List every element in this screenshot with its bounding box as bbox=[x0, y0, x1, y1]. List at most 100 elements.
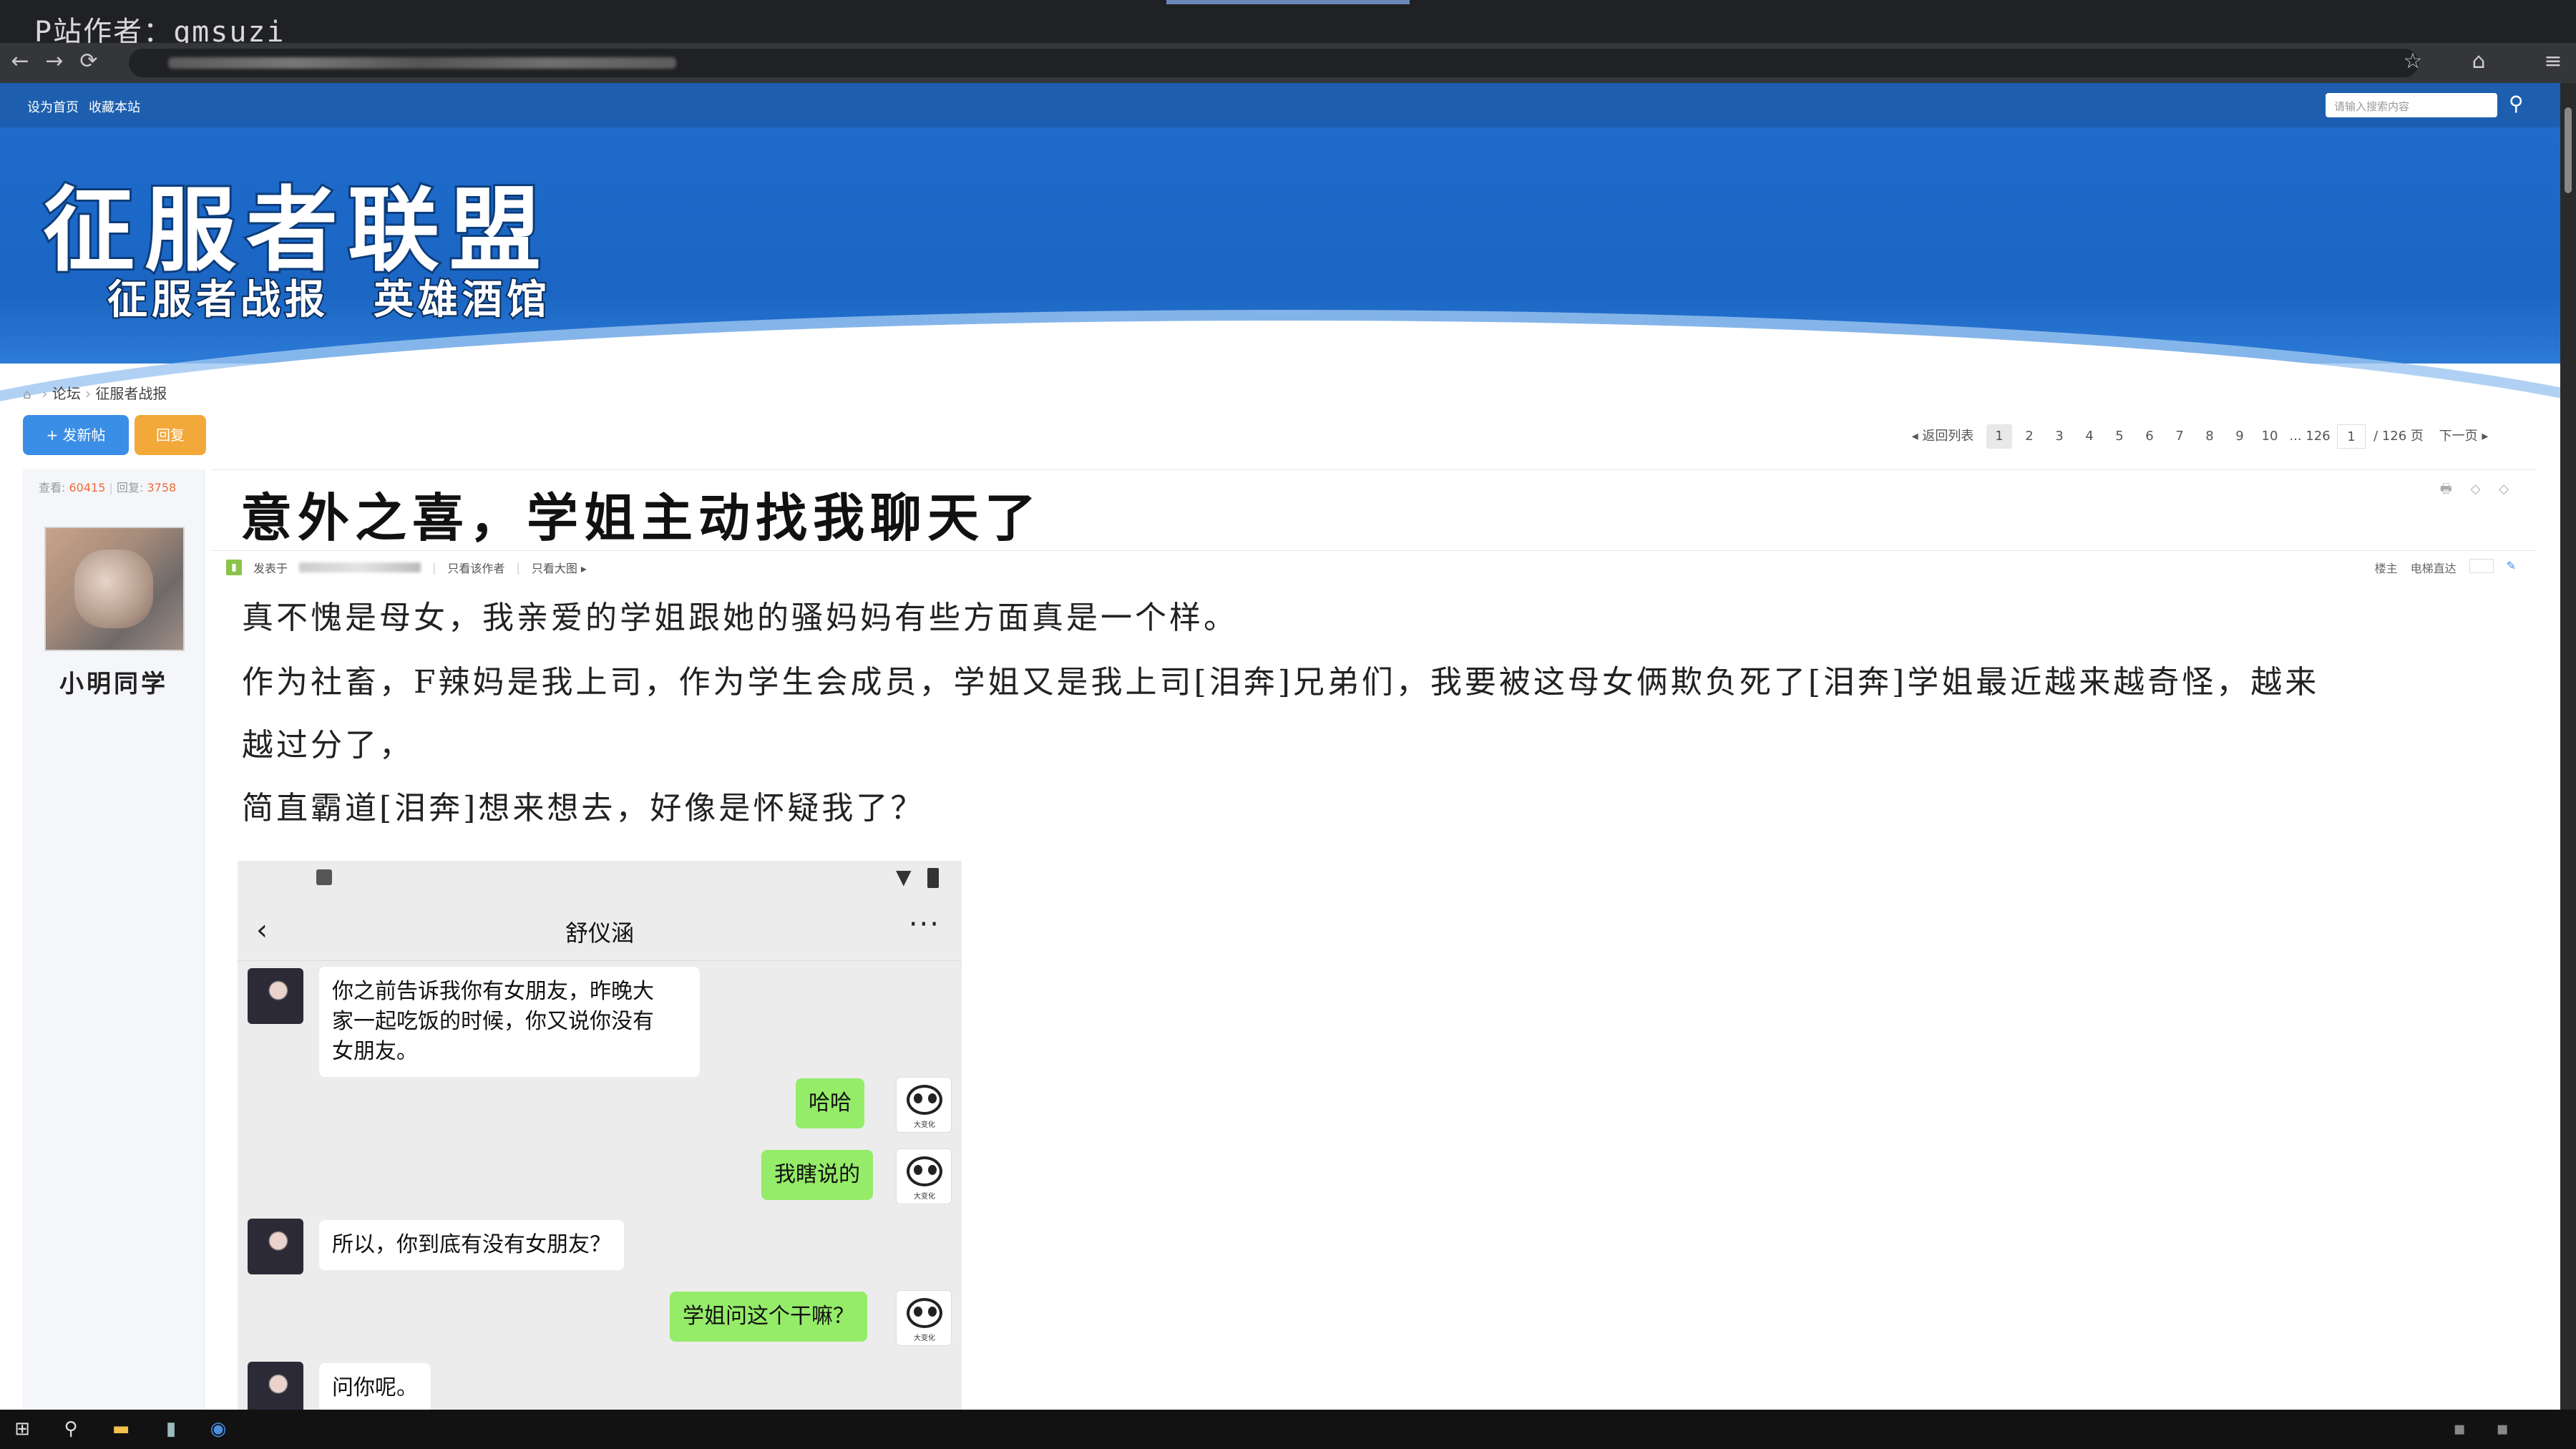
posted-label: 发表于 bbox=[253, 562, 288, 575]
search-icon[interactable]: ⚲ bbox=[2509, 92, 2533, 116]
author-name[interactable]: 小明同学 bbox=[23, 664, 205, 699]
online-status-icon: ▮ bbox=[226, 560, 242, 575]
file-explorer-icon[interactable]: ▬ bbox=[109, 1417, 133, 1441]
app-icon[interactable]: ▮ bbox=[159, 1417, 183, 1441]
divider bbox=[212, 550, 2537, 551]
breadcrumb-forum[interactable]: 论坛 bbox=[52, 385, 81, 402]
my-avatar[interactable]: 大变化 bbox=[896, 1148, 952, 1204]
avatar-face bbox=[907, 1298, 942, 1328]
floor-info: 楼主 电梯直达 ✎ bbox=[2375, 559, 2516, 576]
contact-avatar[interactable] bbox=[248, 968, 303, 1024]
avatar-caption: 大变化 bbox=[914, 1335, 935, 1342]
reload-icon[interactable]: ⟳ bbox=[74, 47, 103, 76]
menu-icon[interactable]: ≡ bbox=[2539, 47, 2567, 76]
browser-icon[interactable]: ◉ bbox=[206, 1417, 230, 1441]
author-avatar[interactable] bbox=[44, 527, 185, 651]
contact-avatar[interactable] bbox=[248, 1219, 303, 1274]
site-banner: 征服者联盟 征服者战报 英雄酒馆 bbox=[0, 127, 2560, 464]
floor-jump-input[interactable] bbox=[2469, 559, 2494, 573]
extensions-icon[interactable]: ⌂ bbox=[2464, 47, 2493, 76]
pagination: ◂ 返回列表 1 2 3 4 5 6 7 8 9 10 ... 126 1 / … bbox=[1903, 424, 2496, 449]
reply-button[interactable]: 回复 bbox=[135, 415, 206, 455]
home-icon[interactable]: ⌂ bbox=[23, 387, 37, 402]
scrollbar-thumb[interactable] bbox=[2565, 107, 2572, 193]
only-author-link[interactable]: 只看该作者 bbox=[447, 559, 504, 576]
star-icon[interactable]: ☆ bbox=[2399, 47, 2427, 76]
page-link[interactable]: 1 bbox=[1986, 424, 2012, 449]
floor-label: 楼主 bbox=[2374, 562, 2398, 575]
message-bubble: 问你呢。 bbox=[319, 1363, 431, 1410]
page-link[interactable]: 6 bbox=[2137, 424, 2162, 449]
message-text-line: 女朋友。 bbox=[332, 1039, 418, 1064]
message-bubble: 哈哈 bbox=[796, 1078, 864, 1128]
wifi-icon: ▼ bbox=[896, 865, 912, 889]
chat-contact-name: 舒仪涵 bbox=[565, 919, 634, 947]
phone-status-bar: ▼ bbox=[238, 861, 962, 897]
new-post-button[interactable]: + 发新帖 bbox=[23, 415, 129, 455]
active-tab-indicator[interactable] bbox=[1166, 0, 1410, 4]
page-link[interactable]: 10 bbox=[2257, 424, 2283, 449]
blurred-timestamp bbox=[299, 562, 421, 572]
post-title: 意外之喜，学姐主动找我聊天了 bbox=[240, 488, 1043, 548]
more-options-icon[interactable]: ··· bbox=[909, 908, 940, 941]
tray-icon[interactable]: ▪ bbox=[2490, 1417, 2514, 1441]
post-paragraph: 作为社畜，F辣妈是我上司，作为学生会成员，学姐又是我上司[泪奔]兄弟们，我要被这… bbox=[242, 664, 2320, 701]
avatar-caption: 大变化 bbox=[914, 1193, 935, 1201]
breadcrumb-board[interactable]: 征服者战报 bbox=[95, 385, 167, 402]
post-meta: ▮ 发表于 | 只看该作者 | 只看大图 ▸ bbox=[226, 559, 587, 576]
site-topbar: 设为首页 收藏本站 请输入搜索内容 ⚲ bbox=[0, 83, 2560, 127]
page-link[interactable]: 4 bbox=[2077, 424, 2102, 449]
views-label: 查看: bbox=[39, 481, 66, 494]
battery-icon bbox=[927, 868, 939, 888]
page-total: / 126 页 bbox=[2373, 429, 2424, 444]
next-page-link[interactable]: 下一页 ▸ bbox=[2431, 424, 2496, 449]
page-link[interactable]: 2 bbox=[2016, 424, 2042, 449]
blurred-url bbox=[168, 57, 676, 69]
page-link[interactable]: 7 bbox=[2167, 424, 2192, 449]
post-tools[interactable]: 🖶 ◇ ◇ bbox=[2440, 480, 2516, 502]
page-link[interactable]: 9 bbox=[2227, 424, 2253, 449]
jump-icon[interactable]: ✎ bbox=[2507, 559, 2516, 576]
browser-titlebar: P站作者：qmsuzi bbox=[0, 0, 2576, 49]
windows-start-icon[interactable]: ⊞ bbox=[10, 1417, 34, 1441]
forward-icon[interactable]: → bbox=[40, 47, 69, 76]
author-sidebar: 查看: 60415 | 回复: 3758 小明同学 bbox=[23, 469, 205, 1410]
chat-screenshot[interactable]: ▼ ‹ 舒仪涵 ··· 你之前告诉我你有女朋友，昨晚大 家一起吃饭的时候，你又说… bbox=[238, 861, 962, 1410]
back-icon[interactable]: ← bbox=[6, 47, 34, 76]
tray-icon[interactable]: ▪ bbox=[2447, 1417, 2472, 1441]
bookmark-site-link[interactable]: 收藏本站 bbox=[89, 97, 140, 116]
message-text-line: 家一起吃饭的时候，你又说你没有 bbox=[332, 1009, 654, 1034]
page-link[interactable]: 3 bbox=[2046, 424, 2072, 449]
page-link[interactable]: 8 bbox=[2197, 424, 2223, 449]
page-scrollbar[interactable] bbox=[2560, 83, 2576, 1410]
replies-count: 3758 bbox=[147, 481, 177, 494]
breadcrumb: ⌂ › 论坛 › 征服者战报 bbox=[23, 385, 167, 402]
post-container: 意外之喜，学姐主动找我聊天了 🖶 ◇ ◇ ▮ 发表于 | 只看该作者 | 只看大… bbox=[212, 469, 2537, 1410]
message-bubble: 学姐问这个干嘛？ bbox=[670, 1292, 867, 1342]
post-paragraph: 越过分了， bbox=[242, 727, 414, 763]
forum-page: 设为首页 收藏本站 请输入搜索内容 ⚲ 征服者联盟 征服者战报 英雄酒馆 ⌂ ›… bbox=[0, 83, 2560, 1410]
my-avatar[interactable]: 大变化 bbox=[896, 1290, 952, 1346]
avatar-face bbox=[907, 1085, 942, 1115]
contact-avatar[interactable] bbox=[248, 1362, 303, 1410]
site-search-input[interactable]: 请输入搜索内容 bbox=[2326, 93, 2497, 117]
only-big-image-link[interactable]: 只看大图 ▸ bbox=[532, 559, 587, 576]
notification-icon bbox=[316, 869, 332, 885]
elevator-jump-link[interactable]: 电梯直达 bbox=[2411, 559, 2457, 576]
back-to-list-link[interactable]: ◂ 返回列表 bbox=[1903, 424, 1982, 449]
search-icon[interactable]: ⚲ bbox=[59, 1417, 83, 1441]
my-avatar[interactable]: 大变化 bbox=[896, 1077, 952, 1133]
chat-header: ‹ 舒仪涵 ··· bbox=[238, 897, 962, 961]
site-logo-subtitle: 征服者战报 英雄酒馆 bbox=[106, 275, 551, 325]
last-page-link[interactable]: ... 126 bbox=[2287, 424, 2333, 449]
replies-label: 回复: bbox=[116, 481, 144, 494]
message-bubble: 所以，你到底有没有女朋友？ bbox=[319, 1220, 624, 1270]
message-bubble: 你之前告诉我你有女朋友，昨晚大 家一起吃饭的时候，你又说你没有 女朋友。 bbox=[319, 967, 700, 1077]
views-count: 60415 bbox=[69, 481, 106, 494]
post-paragraph: 真不愧是母女，我亲爱的学姐跟她的骚妈妈有些方面真是一个样。 bbox=[242, 600, 1238, 636]
page-number-input[interactable]: 1 bbox=[2337, 424, 2366, 449]
post-paragraph: 简直霸道[泪奔]想来想去，好像是怀疑我了？ bbox=[242, 790, 925, 826]
page-link[interactable]: 5 bbox=[2107, 424, 2132, 449]
os-taskbar: ⊞ ⚲ ▬ ▮ ◉ ▪ ▪ bbox=[0, 1410, 2576, 1449]
set-homepage-link[interactable]: 设为首页 bbox=[27, 97, 79, 116]
